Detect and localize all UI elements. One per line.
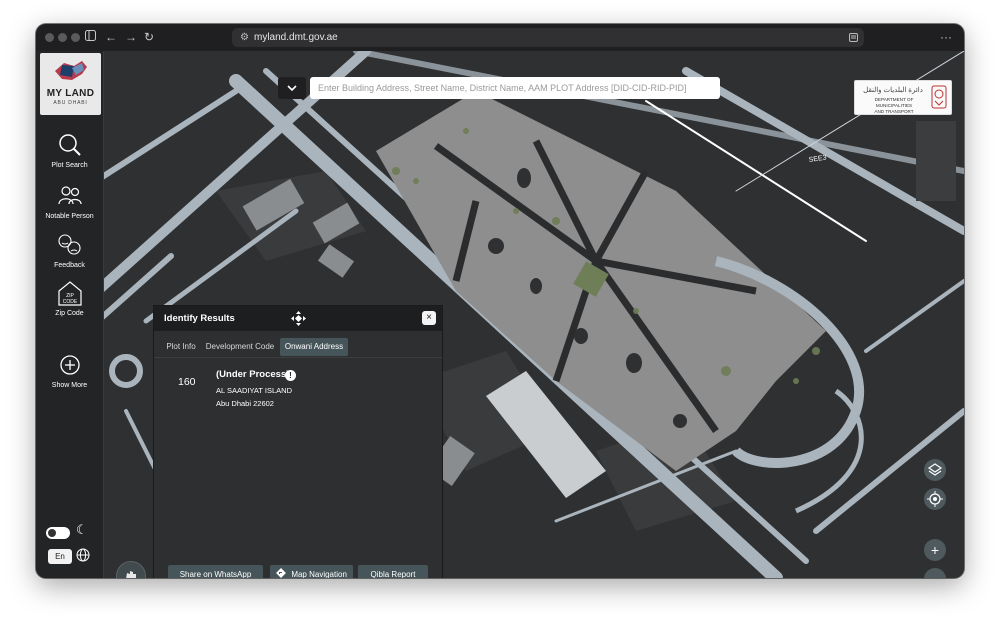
address-bar[interactable]: ⚙ myland.dmt.gov.ae	[232, 28, 864, 47]
browser-toolbar: ← → ↻ ⚙ myland.dmt.gov.ae ···	[36, 24, 964, 52]
tab-onwani-address[interactable]: Onwani Address	[280, 338, 348, 356]
tab-plot-info[interactable]: Plot Info	[161, 338, 201, 356]
feedback-faces-icon	[58, 234, 81, 255]
chevron-down-icon	[287, 85, 297, 92]
app-logo-subtitle: ABU DHABI	[53, 100, 88, 106]
crosshair-icon	[927, 491, 943, 507]
identify-results-panel: Identify Results × Plot Info Development…	[153, 305, 443, 578]
map-navigation-label: Map Navigation	[291, 570, 347, 578]
toggle-knob	[48, 529, 56, 537]
plus-circle-icon	[60, 355, 80, 375]
dmt-logo-english-line2: AND TRANSPORT	[874, 109, 914, 114]
forward-arrow-icon[interactable]: →	[125, 29, 137, 45]
search-input[interactable]	[310, 77, 720, 99]
emirate-map-icon	[55, 61, 87, 80]
address-status: (Under Process)	[216, 369, 290, 380]
tab-divider	[154, 357, 442, 358]
navigation-diamond-icon	[276, 568, 287, 578]
zip-code-house-icon: ZIP CODE	[58, 281, 82, 306]
layers-icon	[927, 463, 943, 476]
maximize-window-dot[interactable]	[71, 33, 80, 42]
myland-logo[interactable]: MY LAND ABU DHABI	[40, 53, 101, 115]
emblem-icon	[931, 85, 947, 109]
sidebar-item-label: Feedback	[54, 262, 85, 269]
dmt-logo-arabic: دائرة البلديات والنقل	[863, 87, 923, 94]
app-logo-title: MY LAND	[46, 88, 95, 99]
locate-me-button[interactable]	[924, 488, 946, 510]
sidebar: MY LAND ABU DHABI Plot Search Notable Pe…	[36, 51, 104, 578]
moon-icon: ☾	[76, 522, 88, 537]
qibla-report-label: Qibla Report	[370, 570, 416, 578]
site-settings-icon[interactable]: ⚙	[240, 28, 249, 47]
sidebar-item-label: Plot Search	[51, 162, 88, 169]
help-assistant-button[interactable]	[116, 561, 146, 578]
info-icon[interactable]: !	[285, 370, 296, 381]
search-expand-button[interactable]	[278, 77, 306, 99]
svg-text:CODE: CODE	[63, 299, 78, 305]
language-button[interactable]: En	[48, 549, 72, 564]
back-arrow-icon[interactable]: ←	[105, 29, 117, 45]
people-icon	[58, 186, 82, 205]
share-whatsapp-button[interactable]: Share on WhatsApp	[168, 565, 263, 578]
dmt-logo-english: DEPARTMENT OF MUNICIPALITIES AND TRANSPO…	[858, 97, 930, 115]
reader-icon[interactable]	[849, 28, 858, 49]
tab-development-code[interactable]: Development Code	[204, 338, 276, 356]
panel-header[interactable]: Identify Results ×	[154, 306, 442, 331]
more-icon[interactable]: ···	[940, 29, 952, 45]
hand-icon	[126, 571, 136, 578]
sidebar-item-label: Notable Person	[45, 213, 94, 220]
reload-icon[interactable]: ↻	[144, 29, 154, 45]
myland-app: SEE3 MY LAND ABU DHABI Plot Search Notab…	[36, 51, 964, 578]
browser-window: ← → ↻ ⚙ myland.dmt.gov.ae ··· SEE3 MY LA…	[36, 24, 964, 578]
minimize-window-dot[interactable]	[58, 33, 67, 42]
close-panel-button[interactable]: ×	[422, 311, 436, 325]
url-text[interactable]: myland.dmt.gov.ae	[254, 28, 338, 47]
zoom-in-button[interactable]: +	[924, 539, 946, 561]
share-whatsapp-label: Share on WhatsApp	[179, 570, 252, 578]
sidebar-item-label: Zip Code	[55, 310, 84, 317]
map-navigation-button[interactable]: Map Navigation	[270, 565, 353, 578]
plot-number: 160	[178, 376, 196, 388]
move-icon[interactable]	[291, 311, 306, 326]
magnifier-icon	[59, 134, 81, 156]
address-line-1: AL SAADIYAT ISLAND	[216, 386, 292, 395]
layers-button[interactable]	[924, 459, 946, 481]
address-line-2: Abu Dhabi 22602	[216, 399, 274, 408]
sidebar-toggle-icon[interactable]	[85, 29, 96, 45]
panel-title: Identify Results	[164, 313, 235, 324]
close-window-dot[interactable]	[45, 33, 54, 42]
qibla-report-button[interactable]: Qibla Report	[358, 565, 428, 578]
sidebar-item-label: Show More	[51, 382, 88, 389]
globe-icon[interactable]	[76, 548, 90, 562]
theme-toggle[interactable]	[46, 527, 70, 539]
dmt-logo-english-line1: DEPARTMENT OF MUNICIPALITIES	[874, 97, 914, 108]
dmt-logo[interactable]: دائرة البلديات والنقل DEPARTMENT OF MUNI…	[854, 80, 952, 115]
